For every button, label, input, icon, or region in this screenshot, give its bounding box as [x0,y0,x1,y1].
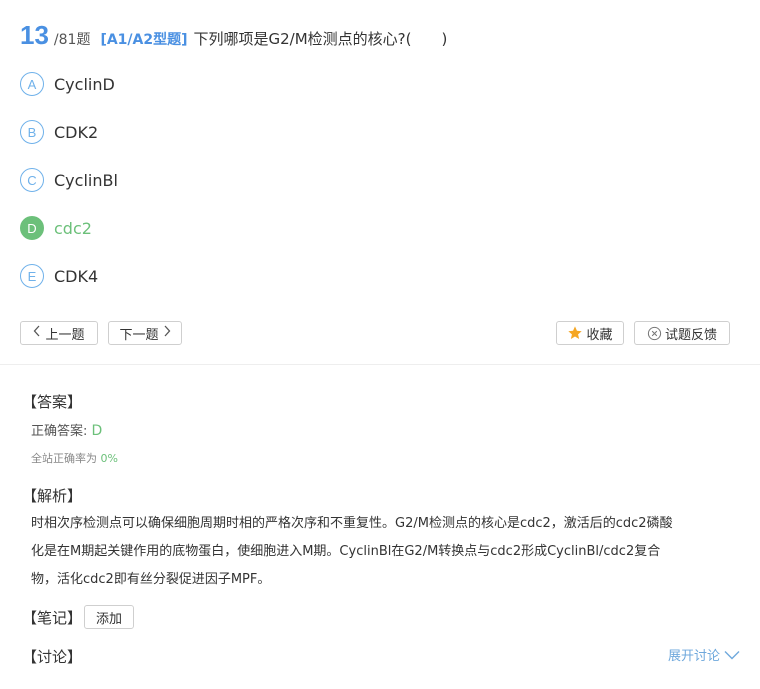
analysis-line: 化是在M期起关键作用的底物蛋白，使细胞进入M期。CyclinBl在G2/M转换点… [31,544,661,559]
option-letter: C [20,168,44,192]
option-text: CyclinBl [54,170,118,190]
option-letter: E [20,264,44,288]
prev-question-label: 上一题 [45,327,85,343]
analysis-line: 物，活化cdc2即有丝分裂促进因子MPF。 [31,572,271,587]
analysis-line: 时相次序检测点可以确保细胞周期时相的严格次序和不重复性。G2/M检测点的核心是c… [31,516,673,531]
option-c[interactable]: C CyclinBl [20,167,118,193]
accuracy-row: 全站正确率为 0% [31,450,118,466]
question-header: 13 /81题 [A1/A2型题] 下列哪项是G2/M检测点的核心?( ) [20,20,447,54]
favorite-label: 收藏 [586,327,613,343]
option-letter: D [20,216,44,240]
option-letter: A [20,72,44,96]
next-question-label: 下一题 [119,327,159,343]
chevron-left-icon [33,325,41,341]
correct-answer-value: D [91,423,103,439]
option-text: CDK2 [54,122,99,142]
option-e[interactable]: E CDK4 [20,263,98,289]
option-text: CyclinD [54,74,115,94]
add-note-button[interactable]: 添加 [84,605,134,629]
analysis-text: 时相次序检测点可以确保细胞周期时相的严格次序和不重复性。G2/M检测点的核心是c… [31,510,731,594]
question-text: 下列哪项是G2/M检测点的核心?( ) [193,30,448,48]
close-circle-icon [647,326,662,341]
expand-discussion-button[interactable]: 展开讨论 [668,645,740,664]
notes-title: 【笔记】 [22,609,83,627]
option-a[interactable]: A CyclinD [20,71,115,97]
chevron-right-icon [163,325,171,341]
answer-title: 【答案】 [22,393,83,411]
option-letter: B [20,120,44,144]
star-icon [567,325,583,341]
correct-answer-row: 正确答案: D [31,420,102,439]
expand-discussion-label: 展开讨论 [667,649,720,664]
option-d[interactable]: D cdc2 [20,215,92,241]
favorite-button[interactable]: 收藏 [556,321,624,345]
feedback-label: 试题反馈 [664,327,717,343]
accuracy-label: 全站正确率为 [31,452,97,465]
feedback-button[interactable]: 试题反馈 [634,321,730,345]
option-text: cdc2 [54,218,92,238]
analysis-title: 【解析】 [22,487,83,505]
next-question-button[interactable]: 下一题 [108,321,182,345]
accuracy-value: 0% [100,452,118,465]
question-type: [A1/A2型题] [100,32,188,48]
chevron-down-icon [724,650,740,660]
option-b[interactable]: B CDK2 [20,119,98,145]
correct-answer-label: 正确答案: [31,424,88,439]
discussion-title: 【讨论】 [22,648,83,666]
option-text: CDK4 [54,266,99,286]
prev-question-button[interactable]: 上一题 [20,321,98,345]
divider [0,364,760,365]
question-total: /81题 [53,32,91,48]
question-number: 13 [20,20,49,50]
